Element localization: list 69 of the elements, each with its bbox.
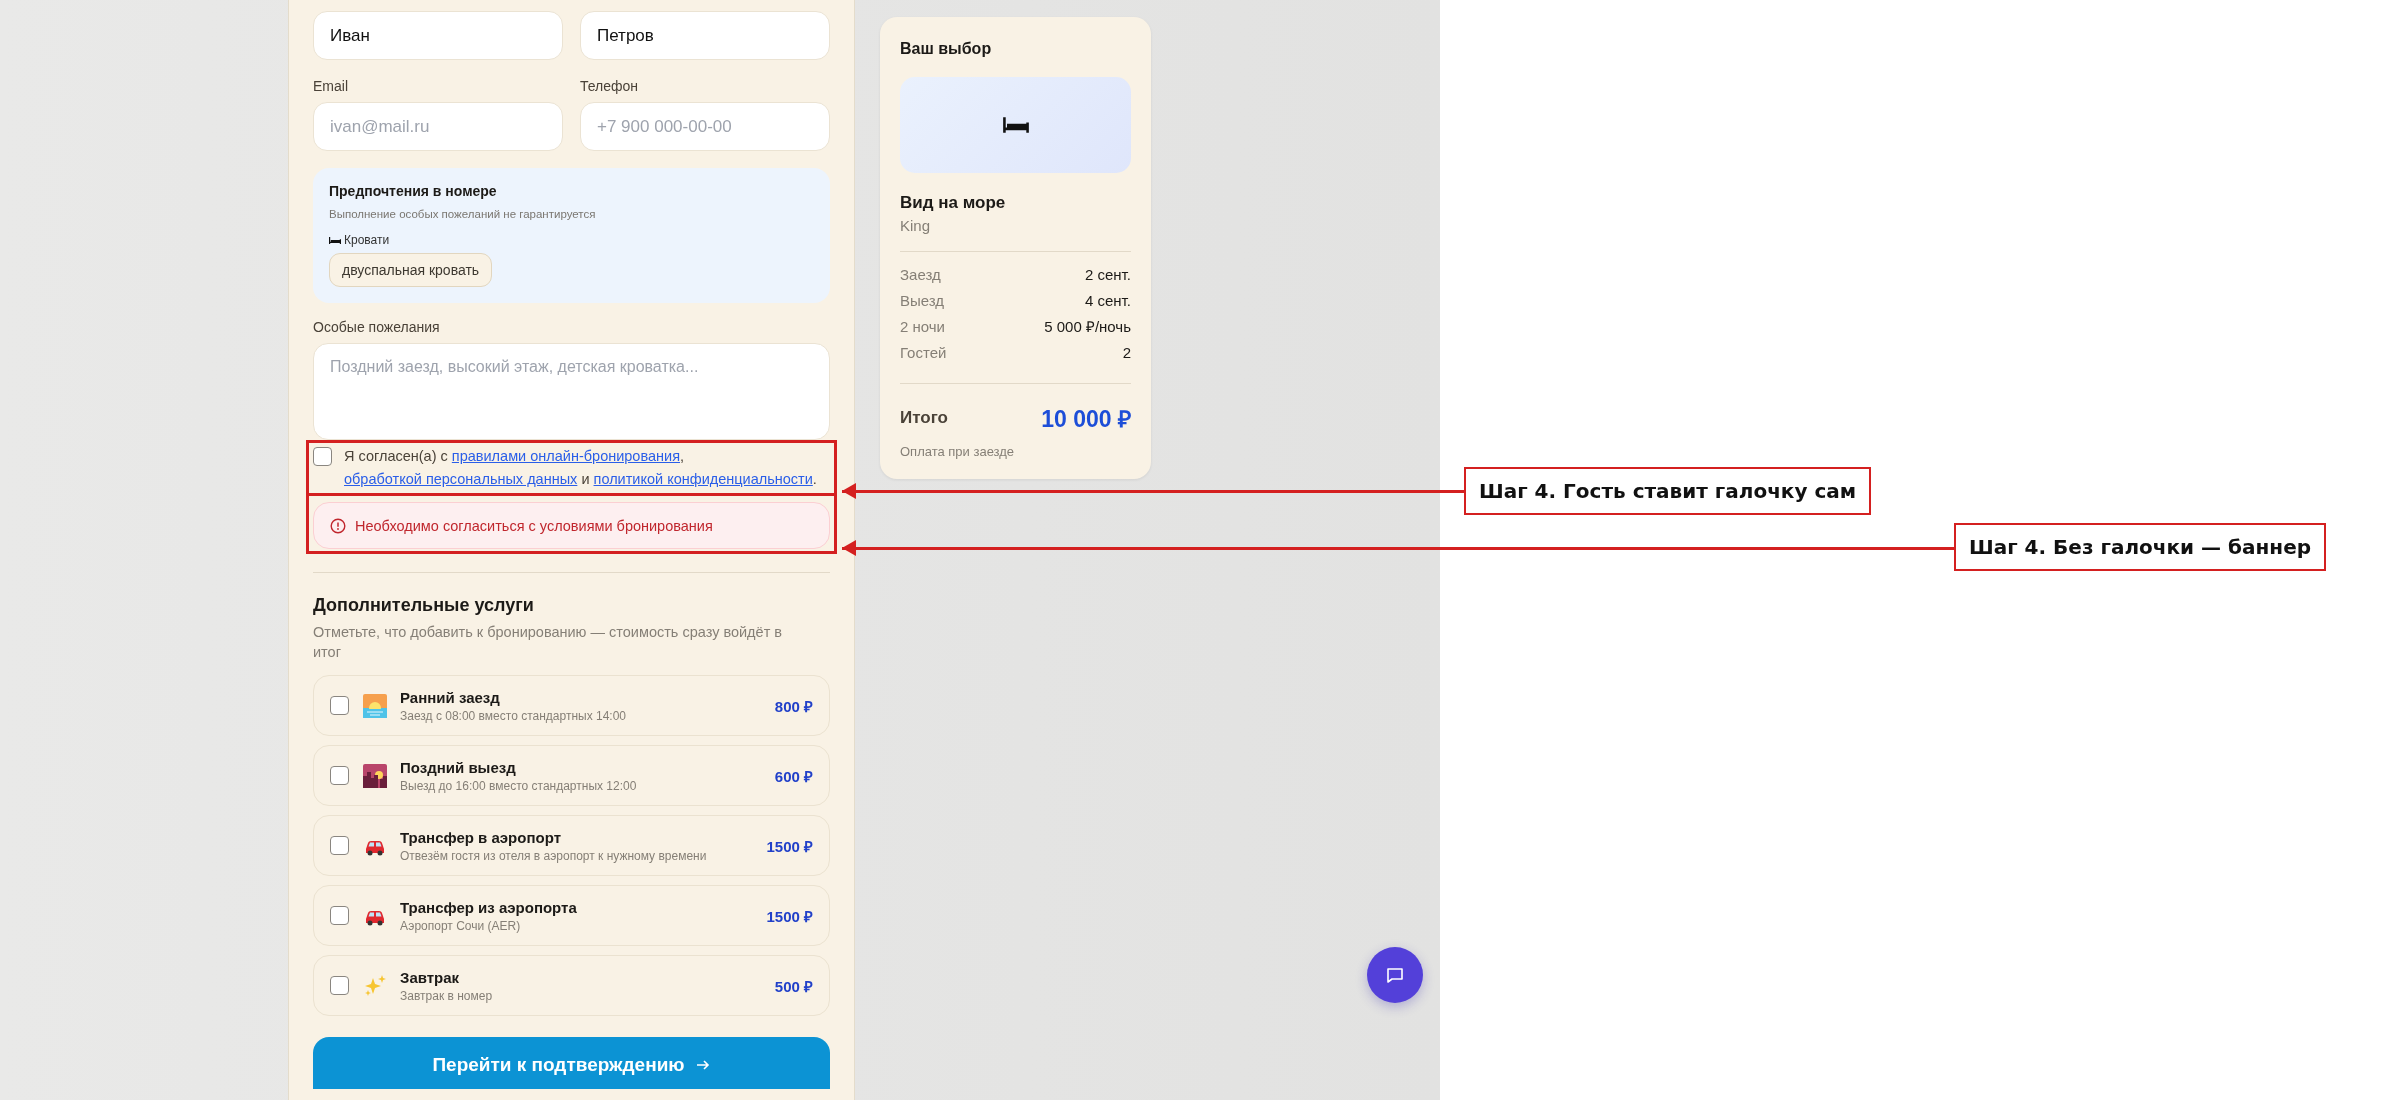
service-description: Заезд с 08:00 вместо стандартных 14:00 bbox=[400, 708, 627, 723]
field-label: Email bbox=[313, 78, 349, 94]
field-label: Телефон bbox=[580, 78, 640, 94]
consent-text: Я согласен(а) с правилами онлайн-бронирования, обработкой персональных данных и политикой конфиденциальности. bbox=[344, 447, 818, 489]
service-title: Трансфер из аэропорта bbox=[400, 898, 578, 916]
service-description: Выезд до 16:00 вместо стандартных 12:00 bbox=[400, 778, 638, 793]
sparkles-icon bbox=[363, 973, 387, 998]
bed-icon bbox=[1002, 116, 1029, 134]
room-name: Вид на море bbox=[900, 193, 1007, 213]
service-description: Завтрак в номер bbox=[400, 988, 494, 1003]
checkbox[interactable] bbox=[330, 976, 349, 995]
price: 800 ₽ bbox=[774, 696, 813, 716]
row-label: 2 ночи bbox=[900, 317, 945, 337]
bed-icon bbox=[329, 235, 341, 245]
checkbox[interactable] bbox=[330, 906, 349, 925]
service-card[interactable]: Завтрак Завтрак в номер 500 ₽ bbox=[313, 955, 830, 1016]
total-label: Итого bbox=[900, 408, 948, 428]
section-subtitle: Отметьте, что добавить к бронированию — стоимость сразу войдёт в итог bbox=[313, 623, 783, 662]
service-title: Поздний выезд bbox=[400, 758, 517, 776]
row-value: 2 сент. bbox=[1085, 265, 1131, 285]
section-title: Дополнительные услуги bbox=[313, 595, 535, 616]
note-text: Выполнение особых пожеланий не гарантируется bbox=[329, 208, 597, 220]
service-title: Завтрак bbox=[400, 968, 461, 986]
section-title: Предпочтения в номере bbox=[329, 183, 498, 199]
service-card[interactable]: Поздний выезд Выезд до 16:00 вместо стандартных 12:00 600 ₽ bbox=[313, 745, 830, 806]
checkbox[interactable] bbox=[330, 836, 349, 855]
text-input[interactable]: +7 900 000-00-00 bbox=[580, 102, 830, 151]
service-title: Трансфер в аэропорт bbox=[400, 828, 562, 846]
row-value: 2 bbox=[1122, 343, 1131, 363]
link[interactable]: обработкой персональных данных bbox=[344, 471, 578, 487]
link[interactable]: правилами онлайн-бронирования bbox=[451, 448, 680, 464]
service-card[interactable]: Трансфер из аэропорта Аэропорт Сочи (AER) 1500 ₽ bbox=[313, 885, 830, 946]
annotation-label: Шаг 4. Без галочки — баннер bbox=[1954, 523, 2327, 571]
service-description: Отвезём гостя из отеля в аэропорт к нужному времени bbox=[400, 848, 708, 863]
option-chip[interactable]: двуспальная кровать bbox=[329, 253, 493, 287]
service-card[interactable]: Трансфер в аэропорт Отвезём гостя из отеля в аэропорт к нужному времени 1500 ₽ bbox=[313, 815, 830, 876]
row-value: 5 000 ₽/ночь bbox=[1044, 317, 1131, 337]
service-description: Аэропорт Сочи (AER) bbox=[400, 918, 522, 933]
service-card[interactable]: Ранний заезд Заезд с 08:00 вместо стандартных 14:00 800 ₽ bbox=[313, 675, 830, 736]
text-input[interactable]: ivan@mail.ru bbox=[313, 102, 563, 151]
text-area[interactable]: Поздний заезд, высокий этаж, детская кроватка... bbox=[313, 343, 830, 440]
chat-bubble-icon bbox=[1385, 965, 1405, 985]
row-label: Выезд bbox=[900, 291, 945, 311]
service-title: Ранний заезд bbox=[400, 688, 501, 706]
field-label: Особые пожелания bbox=[313, 319, 441, 335]
row-label: Гостей bbox=[900, 343, 947, 363]
price: 1500 ₽ bbox=[766, 906, 813, 926]
checkbox[interactable] bbox=[330, 696, 349, 715]
city-sunset-icon bbox=[363, 763, 387, 788]
error-message: Необходимо согласиться с условиями бронирования bbox=[355, 517, 713, 534]
room-type: King bbox=[900, 217, 932, 234]
row-value: 4 сент. bbox=[1085, 291, 1131, 311]
alert-icon bbox=[330, 517, 346, 534]
card-title: Ваш выбор bbox=[900, 40, 993, 58]
text-input[interactable]: Иван bbox=[313, 11, 563, 60]
link[interactable]: политикой конфиденциальности bbox=[593, 471, 813, 487]
price: 1500 ₽ bbox=[766, 836, 813, 856]
checkbox[interactable] bbox=[313, 447, 332, 466]
text-input[interactable]: Петров bbox=[580, 11, 830, 60]
checkbox[interactable] bbox=[330, 766, 349, 785]
sunrise-icon bbox=[363, 693, 387, 718]
group-label: Кровати bbox=[344, 233, 390, 247]
annotation-label: Шаг 4. Гость ставит галочку сам bbox=[1464, 467, 1872, 515]
price: 500 ₽ bbox=[774, 976, 813, 996]
price: 600 ₽ bbox=[774, 766, 813, 786]
row-label: Заезд bbox=[900, 265, 941, 285]
payment-note: Оплата при заезде bbox=[900, 444, 1016, 459]
total-price: 10 000 ₽ bbox=[1041, 405, 1131, 434]
chat-button[interactable] bbox=[1367, 947, 1423, 1003]
